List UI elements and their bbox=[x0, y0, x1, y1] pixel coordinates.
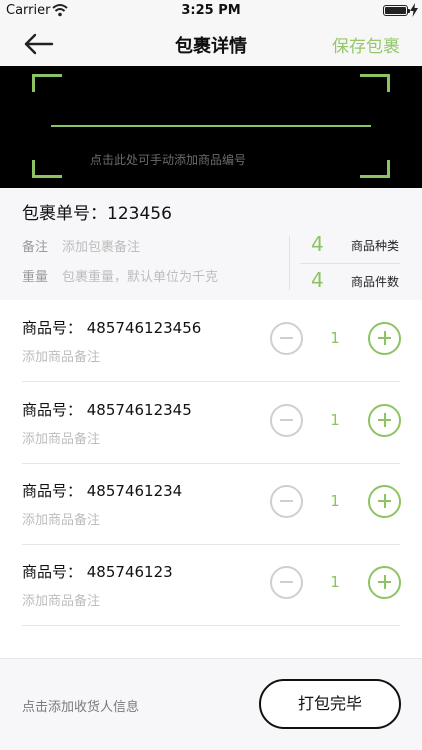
item-number: 商品号： 48574612345 bbox=[22, 401, 192, 419]
increase-quantity-button[interactable] bbox=[368, 485, 401, 518]
item-piece-count: 4 bbox=[311, 268, 324, 292]
package-weight-input[interactable]: 包裹重量，默认单位为千克 bbox=[62, 266, 218, 285]
battery-icon bbox=[383, 5, 410, 16]
divider bbox=[289, 236, 290, 290]
remark-label: 备注 bbox=[22, 240, 49, 255]
package-info: 包裹单号：123456 备注 添加包裹备注 重量 包裹重量，默认单位为千克 4 … bbox=[0, 188, 422, 300]
manual-add-hint[interactable]: 点击此处可手动添加商品编号 bbox=[90, 151, 246, 168]
item-number: 商品号： 4857461234 bbox=[22, 482, 183, 500]
increase-quantity-button[interactable] bbox=[368, 404, 401, 437]
navigation-bar: 包裹详情 保存包裹 bbox=[0, 22, 422, 66]
list-item: 商品号： 485746123456 添加商品备注 1 bbox=[0, 300, 422, 382]
item-note-input[interactable]: 添加商品备注 bbox=[22, 428, 100, 447]
quantity-value: 1 bbox=[330, 411, 340, 429]
package-remark-input[interactable]: 添加包裹备注 bbox=[62, 236, 140, 255]
decrease-quantity-button[interactable] bbox=[270, 485, 303, 518]
decrease-quantity-button[interactable] bbox=[270, 404, 303, 437]
bottom-bar: 点击添加收货人信息 打包完毕 bbox=[0, 658, 422, 750]
item-number: 商品号： 485746123 bbox=[22, 563, 173, 581]
quantity-value: 1 bbox=[330, 329, 340, 347]
scanner-corner-bottom-left bbox=[32, 160, 62, 178]
scanner-corner-bottom-right bbox=[360, 160, 390, 178]
scan-line bbox=[51, 125, 371, 127]
list-item: 商品号： 4857461234 添加商品备注 1 bbox=[0, 463, 422, 545]
decrease-quantity-button[interactable] bbox=[270, 566, 303, 599]
weight-label: 重量 bbox=[22, 270, 49, 285]
increase-quantity-button[interactable] bbox=[368, 322, 401, 355]
divider bbox=[300, 263, 400, 264]
decrease-quantity-button[interactable] bbox=[270, 322, 303, 355]
scanner-corner-top-left bbox=[32, 74, 62, 92]
list-item: 商品号： 48574612345 添加商品备注 1 bbox=[0, 382, 422, 464]
list-item: 商品号： 485746123 添加商品备注 1 bbox=[0, 544, 422, 626]
divider bbox=[22, 625, 400, 626]
item-note-input[interactable]: 添加商品备注 bbox=[22, 590, 100, 609]
increase-quantity-button[interactable] bbox=[368, 566, 401, 599]
item-type-count: 4 bbox=[311, 232, 324, 256]
charging-bolt-icon bbox=[410, 3, 418, 17]
barcode-scanner[interactable]: 点击此处可手动添加商品编号 bbox=[0, 66, 422, 188]
item-piece-label: 商品件数 bbox=[351, 275, 400, 289]
item-note-input[interactable]: 添加商品备注 bbox=[22, 346, 100, 365]
scanner-corner-top-right bbox=[360, 74, 390, 92]
finish-packing-button[interactable]: 打包完毕 bbox=[259, 679, 401, 729]
item-type-label: 商品种类 bbox=[351, 239, 400, 253]
status-bar: Carrier 3:25 PM bbox=[0, 0, 422, 22]
clock-time: 3:25 PM bbox=[181, 3, 241, 18]
save-package-button[interactable]: 保存包裹 bbox=[332, 32, 400, 57]
package-number: 包裹单号：123456 bbox=[22, 204, 172, 224]
quantity-value: 1 bbox=[330, 573, 340, 591]
item-note-input[interactable]: 添加商品备注 bbox=[22, 509, 100, 528]
item-number: 商品号： 485746123456 bbox=[22, 319, 202, 337]
add-receiver-info-link[interactable]: 点击添加收货人信息 bbox=[22, 696, 139, 715]
quantity-value: 1 bbox=[330, 492, 340, 510]
